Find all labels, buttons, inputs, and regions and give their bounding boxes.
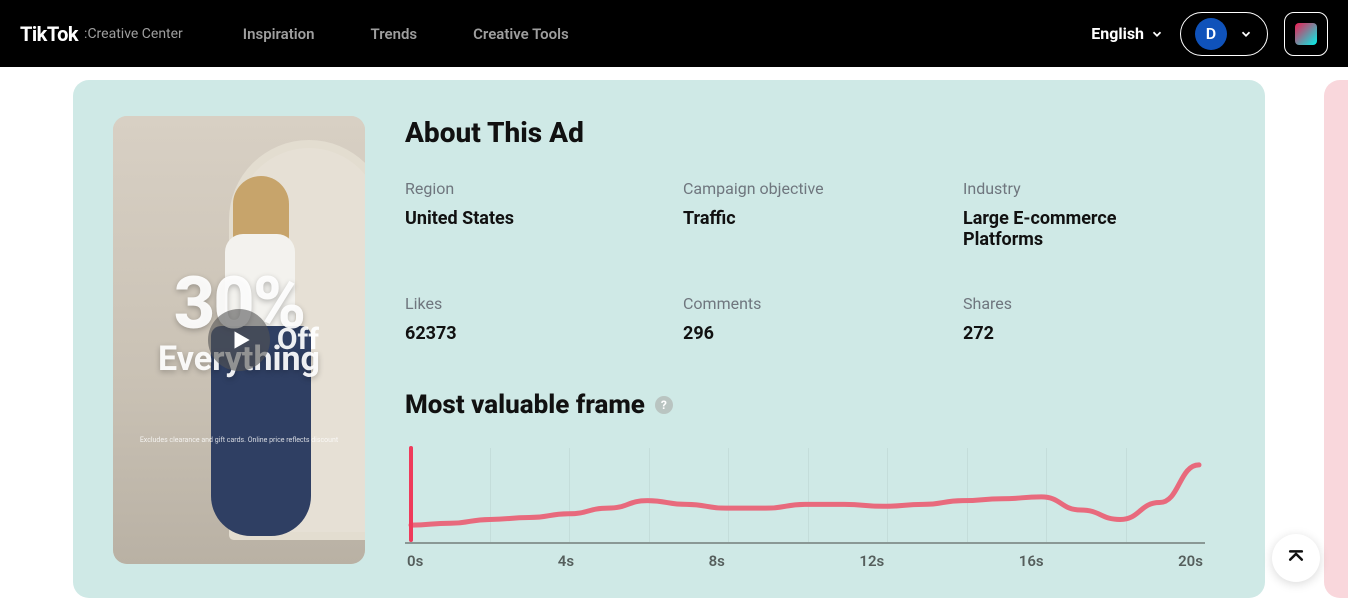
chart-x-axis: 0s 4s 8s 12s 16s 20s	[405, 552, 1205, 570]
apps-icon[interactable]	[1284, 12, 1328, 56]
field-value: United States	[405, 208, 625, 229]
chevron-down-icon	[1239, 27, 1253, 41]
field-industry: Industry Large E-commerce Platforms	[963, 179, 1225, 250]
x-tick: 4s	[558, 552, 574, 570]
x-tick: 12s	[859, 552, 884, 570]
logo-main: TikTok	[20, 22, 78, 46]
x-tick: 20s	[1178, 552, 1203, 570]
field-label: Likes	[405, 294, 683, 313]
nav-trends[interactable]: Trends	[371, 25, 418, 43]
field-label: Industry	[963, 179, 1225, 198]
field-label: Region	[405, 179, 683, 198]
header-right: English D	[1091, 12, 1328, 56]
field-value: Traffic	[683, 208, 903, 229]
nav-creative-tools[interactable]: Creative Tools	[473, 25, 569, 43]
tiktok-icon	[1295, 23, 1317, 45]
x-tick: 16s	[1019, 552, 1044, 570]
play-icon	[228, 327, 254, 353]
field-label: Comments	[683, 294, 963, 313]
ad-video-thumb[interactable]: 30% Everything Off Excludes clearance an…	[113, 116, 365, 564]
avatar: D	[1195, 18, 1227, 50]
logo-sub: :Creative Center	[84, 26, 183, 42]
ad-detail-card: 30% Everything Off Excludes clearance an…	[73, 80, 1265, 598]
app-header: TikTok :Creative Center Inspiration Tren…	[0, 0, 1348, 67]
field-likes: Likes 62373	[405, 294, 683, 344]
field-label: Campaign objective	[683, 179, 963, 198]
chart-plot-area[interactable]	[405, 444, 1205, 544]
mvf-chart[interactable]: 0s 4s 8s 12s 16s 20s	[405, 444, 1205, 570]
field-region: Region United States	[405, 179, 683, 250]
mvf-header: Most valuable frame ?	[405, 390, 1225, 420]
section-title: About This Ad	[405, 116, 1225, 149]
language-label: English	[1091, 24, 1144, 43]
mvf-title: Most valuable frame	[405, 390, 645, 420]
promo-off-text: Off	[277, 322, 319, 357]
x-tick: 8s	[709, 552, 725, 570]
next-card-peek[interactable]	[1324, 80, 1348, 598]
ad-fields-grid: Region United States Campaign objective …	[405, 179, 1225, 344]
chart-line	[405, 444, 1205, 544]
field-objective: Campaign objective Traffic	[683, 179, 963, 250]
play-button[interactable]	[208, 309, 270, 371]
logo[interactable]: TikTok :Creative Center	[20, 22, 183, 46]
main-nav: Inspiration Trends Creative Tools	[243, 25, 569, 43]
scroll-to-top-button[interactable]	[1272, 534, 1320, 582]
field-value: 296	[683, 323, 903, 344]
field-value: 62373	[405, 323, 625, 344]
field-label: Shares	[963, 294, 1225, 313]
x-tick: 0s	[407, 552, 423, 570]
field-comments: Comments 296	[683, 294, 963, 344]
field-value: Large E-commerce Platforms	[963, 208, 1183, 250]
nav-inspiration[interactable]: Inspiration	[243, 25, 315, 43]
arrow-up-icon	[1286, 548, 1306, 568]
account-menu[interactable]: D	[1180, 12, 1268, 56]
ad-details: About This Ad Region United States Campa…	[405, 116, 1225, 598]
field-value: 272	[963, 323, 1183, 344]
language-selector[interactable]: English	[1091, 24, 1164, 43]
info-icon[interactable]: ?	[655, 396, 673, 414]
chart-cursor[interactable]	[409, 446, 413, 542]
chevron-down-icon	[1150, 27, 1164, 41]
promo-fineprint: Excludes clearance and gift cards. Onlin…	[113, 436, 365, 444]
field-shares: Shares 272	[963, 294, 1225, 344]
